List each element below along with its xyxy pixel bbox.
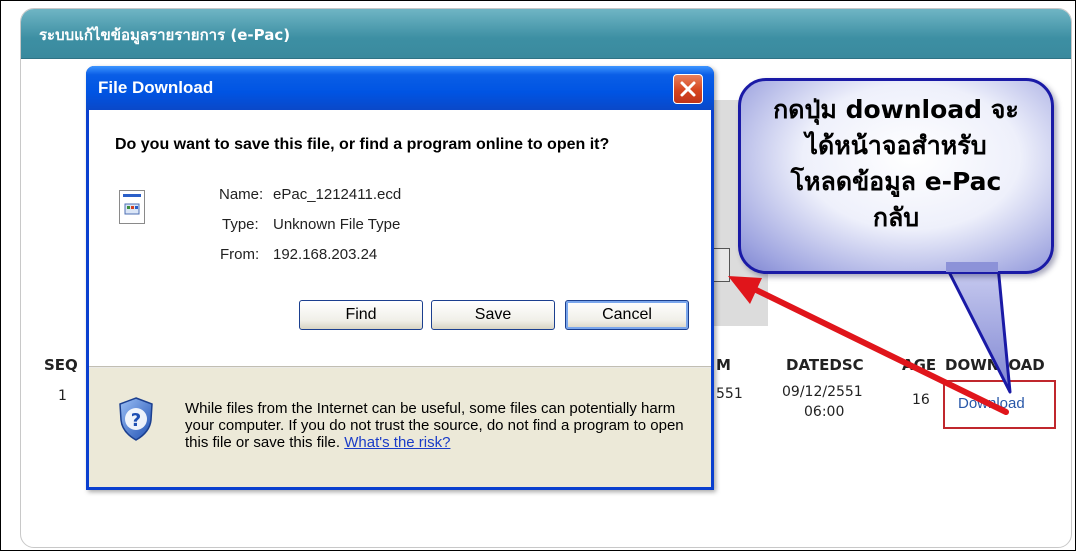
from-label: From: xyxy=(220,246,260,263)
col-datedsc: DATEDSC xyxy=(786,356,864,374)
dialog-titlebar[interactable]: File Download xyxy=(86,66,714,110)
col-age: AGE xyxy=(902,356,937,374)
find-button[interactable]: Find xyxy=(299,300,423,330)
callout-line-4: กลับ xyxy=(872,203,920,232)
close-button[interactable] xyxy=(673,74,703,104)
warning-text-block: While files from the Internet can be use… xyxy=(185,400,695,451)
from-value: 192.168.203.24 xyxy=(273,246,378,263)
cell-m: 551 xyxy=(716,386,743,402)
callout-line-1: กดปุ่ม download จะ xyxy=(773,95,1019,124)
close-icon xyxy=(680,81,696,97)
callout-tail-join xyxy=(946,262,998,272)
cancel-button[interactable]: Cancel xyxy=(565,300,689,330)
dialog-title: File Download xyxy=(98,78,214,97)
whats-the-risk-link[interactable]: What's the risk? xyxy=(344,434,450,451)
cell-datedsc-date: 09/12/2551 xyxy=(782,384,863,400)
file-download-dialog: File Download Do you want to save this f… xyxy=(86,66,714,490)
callout-line-2: ได้หน้าจอสำหรับ xyxy=(805,131,987,160)
callout-line-3: โหลดข้อมูล e-Pac xyxy=(790,167,1002,196)
col-download: DOWNLOAD xyxy=(945,356,1045,374)
cell-age: 16 xyxy=(912,392,930,408)
security-shield-icon: ? xyxy=(119,397,153,441)
save-button[interactable]: Save xyxy=(431,300,555,330)
cell-datedsc-time: 06:00 xyxy=(804,404,845,420)
svg-text:?: ? xyxy=(131,410,141,431)
cell-seq: 1 xyxy=(58,388,67,404)
dialog-separator xyxy=(89,366,711,368)
name-label: Name: xyxy=(219,186,264,203)
background-button-edge xyxy=(714,248,730,282)
col-m: M xyxy=(716,356,731,374)
type-value: Unknown File Type xyxy=(273,216,401,233)
name-value: ePac_1212411.ecd xyxy=(273,186,402,203)
file-icon xyxy=(119,190,145,224)
dialog-body: Do you want to save this file, or find a… xyxy=(89,110,711,366)
type-label: Type: xyxy=(222,216,259,233)
download-link[interactable]: Download xyxy=(958,395,1025,412)
callout-text: กดปุ่ม download จะ ได้หน้าจอสำหรับ โหลดข… xyxy=(748,92,1044,236)
dialog-question: Do you want to save this file, or find a… xyxy=(115,136,610,153)
col-seq: SEQ xyxy=(44,356,78,374)
panel-header: ระบบแก้ไขข้อมูลรายรายการ (e-Pac) xyxy=(21,9,1071,59)
page-title: ระบบแก้ไขข้อมูลรายรายการ (e-Pac) xyxy=(39,26,291,44)
